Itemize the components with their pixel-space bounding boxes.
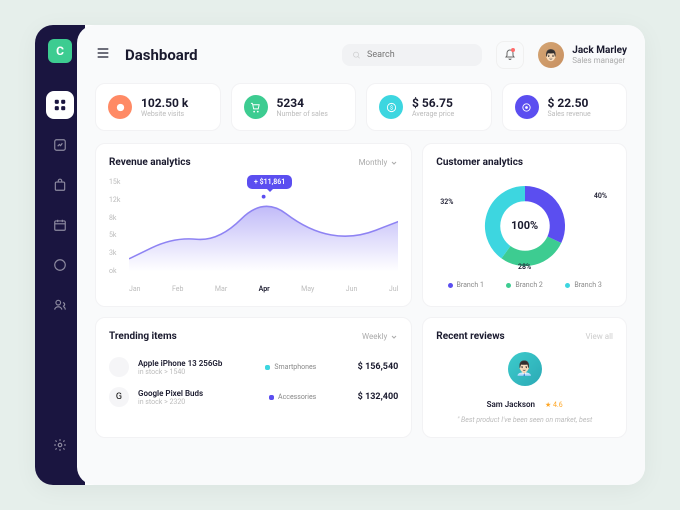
search-box[interactable] — [342, 44, 482, 66]
user-menu[interactable]: 👨🏻 Jack Marley Sales manager — [538, 42, 627, 68]
stat-card-1: 5234Number of sales — [231, 83, 357, 131]
grid-icon — [53, 98, 67, 112]
reviews-title: Recent reviews — [436, 331, 504, 342]
chat-icon — [53, 258, 67, 272]
app-logo[interactable]: C — [48, 39, 72, 63]
donut-label-3: 40% — [594, 192, 607, 200]
hamburger-icon — [95, 45, 111, 61]
stat-card-3: $ 22.50Sales revenue — [502, 83, 628, 131]
view-all-link[interactable]: View all — [585, 332, 613, 341]
product-stock: in stock > 1540 — [138, 368, 222, 376]
page-title: Dashboard — [125, 46, 198, 64]
customers-card: Customer analytics 100% 32% 40% 28% Bran… — [422, 143, 627, 307]
donut-label-2: 28% — [518, 263, 531, 271]
notifications-button[interactable] — [496, 41, 524, 69]
page-header: Dashboard 👨🏻 Jack Marley Sales manager — [95, 41, 627, 69]
bag-icon — [53, 178, 67, 192]
nav-calendar[interactable] — [46, 211, 74, 239]
nav-analytics[interactable] — [46, 131, 74, 159]
legend-item: Branch 1 — [448, 281, 484, 289]
stat-icon — [108, 95, 132, 119]
legend-item: Branch 2 — [506, 281, 542, 289]
review-rating: ★ 4.6 — [545, 401, 563, 409]
user-role: Sales manager — [572, 56, 627, 65]
stat-value: $ 22.50 — [548, 96, 591, 110]
trending-card: Trending items Weekly Apple iPhone 13 25… — [95, 317, 412, 438]
main-content: Dashboard 👨🏻 Jack Marley Sales manager 1… — [77, 25, 645, 485]
nav-messages[interactable] — [46, 251, 74, 279]
stat-value: 5234 — [277, 96, 328, 110]
trending-filter[interactable]: Weekly — [362, 332, 398, 341]
customers-title: Customer analytics — [436, 157, 523, 168]
product-category: Smartphones — [265, 363, 316, 371]
search-input[interactable] — [367, 50, 472, 60]
stat-icon: $ — [379, 95, 403, 119]
product-name: Apple iPhone 13 256Gb — [138, 359, 222, 368]
calendar-icon — [53, 218, 67, 232]
donut-legend: Branch 1 Branch 2 Branch 3 — [436, 281, 613, 289]
product-price: $ 132,400 — [343, 392, 398, 402]
review-text: " Best product I've been seen on market,… — [436, 416, 613, 424]
stat-label: Sales revenue — [548, 110, 591, 118]
product-category: Accessories — [269, 393, 316, 401]
stat-card-2: $ $ 56.75Average price — [366, 83, 492, 131]
chart-tooltip: + $11,861 — [247, 175, 292, 189]
donut-chart: 100% 32% 40% 28% — [436, 178, 613, 273]
legend-item: Branch 3 — [565, 281, 601, 289]
reviews-card: Recent reviews View all 👨🏻‍💼 Sam Jackson… — [422, 317, 627, 438]
donut-label-1: 32% — [440, 198, 453, 206]
user-avatar: 👨🏻 — [538, 42, 564, 68]
revenue-filter[interactable]: Monthly — [359, 158, 399, 167]
gear-icon — [53, 438, 67, 452]
stat-icon — [244, 95, 268, 119]
stat-value: 102.50 k — [141, 96, 188, 110]
stat-label: Number of sales — [277, 110, 328, 118]
chart-icon — [53, 138, 67, 152]
product-icon: G — [109, 387, 129, 407]
revenue-title: Revenue analytics — [109, 157, 191, 168]
reviewer-name: Sam Jackson — [487, 400, 535, 409]
trending-row-0[interactable]: Apple iPhone 13 256Gbin stock > 1540 Smar… — [109, 352, 398, 382]
nav-users[interactable] — [46, 291, 74, 319]
stat-card-0: 102.50 kWebsite visits — [95, 83, 221, 131]
menu-toggle[interactable] — [95, 45, 111, 65]
stat-label: Average price — [412, 110, 454, 118]
nav-dashboard[interactable] — [46, 91, 74, 119]
chevron-down-icon — [390, 333, 398, 341]
stat-icon — [515, 95, 539, 119]
trending-title: Trending items — [109, 331, 177, 342]
product-icon — [109, 357, 129, 377]
trending-row-1[interactable]: G Google Pixel Budsin stock > 2320 Accesso… — [109, 382, 398, 412]
chevron-down-icon — [390, 159, 398, 167]
users-icon — [53, 298, 67, 312]
stat-value: $ 56.75 — [412, 96, 454, 110]
donut-center-label: 100% — [511, 219, 538, 232]
revenue-chart: 15k12k8k5k3kok JanFebMarAprMayJunJul + $… — [109, 178, 398, 293]
stats-row: 102.50 kWebsite visits5234Number of sale… — [95, 83, 627, 131]
nav-settings[interactable] — [46, 431, 74, 459]
product-stock: in stock > 2320 — [138, 398, 203, 406]
product-price: $ 156,540 — [343, 362, 398, 372]
revenue-card: Revenue analytics Monthly 15k12k8k5k3kok… — [95, 143, 412, 307]
user-name: Jack Marley — [572, 45, 627, 56]
stat-label: Website visits — [141, 110, 188, 118]
search-icon — [352, 50, 361, 60]
app-shell: C Dashboard 👨🏻 Jack — [35, 25, 645, 485]
product-name: Google Pixel Buds — [138, 389, 203, 398]
nav-orders[interactable] — [46, 171, 74, 199]
reviewer-avatar: 👨🏻‍💼 — [508, 352, 542, 386]
svg-text:$: $ — [389, 104, 392, 111]
